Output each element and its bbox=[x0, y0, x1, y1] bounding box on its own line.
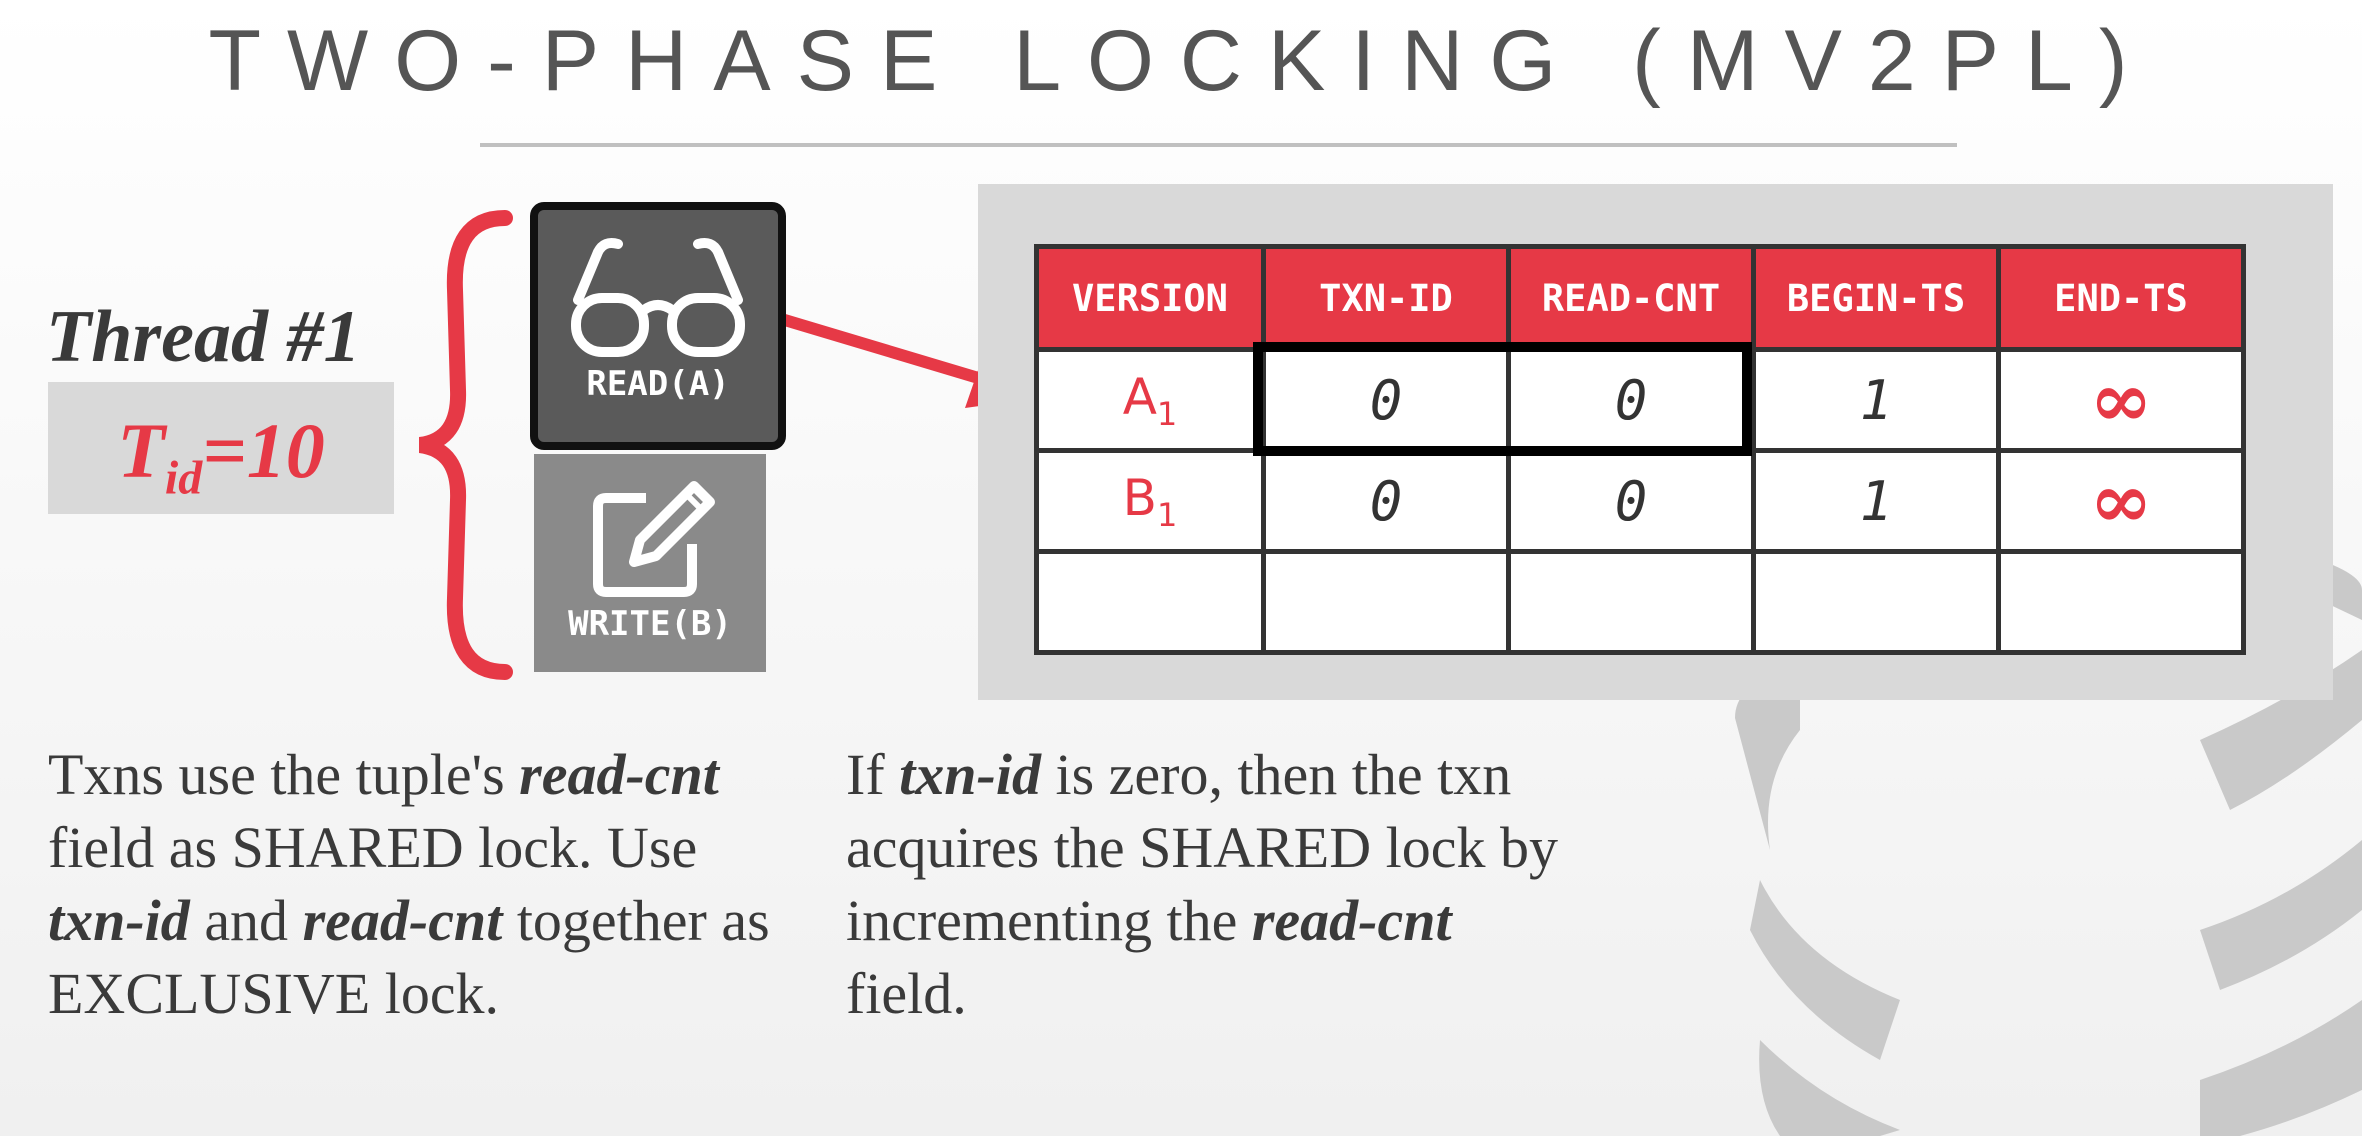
write-b-button[interactable]: WRITE(B) bbox=[534, 454, 766, 672]
text-right-term-read-cnt: read-cnt bbox=[1251, 888, 1452, 953]
header-txn-id: TXN-ID bbox=[1261, 244, 1511, 352]
cell-end-ts: ∞ bbox=[1996, 347, 2246, 453]
read-a-label: READ(A) bbox=[586, 364, 730, 404]
header-begin-ts: BEGIN-TS bbox=[1751, 244, 2001, 352]
text-left-term-read-cnt-2: read-cnt bbox=[302, 888, 503, 953]
cell-begin-ts: 1 bbox=[1751, 448, 2001, 554]
begin-ts-value: 1 bbox=[1859, 368, 1893, 432]
version-name: A bbox=[1122, 367, 1157, 426]
cell-read-cnt: 0 bbox=[1506, 448, 1756, 554]
cell-version: A1 bbox=[1034, 347, 1266, 453]
table-row: B1 0 0 1 ∞ bbox=[1034, 448, 2246, 554]
text-right-term-txn-id: txn-id bbox=[899, 742, 1041, 807]
read-a-button[interactable]: READ(A) bbox=[530, 202, 786, 450]
shared-lock-highlight bbox=[1253, 342, 1752, 456]
version-subscript: 1 bbox=[1156, 495, 1178, 534]
tid-value: =10 bbox=[202, 407, 325, 494]
end-ts-value: ∞ bbox=[2089, 456, 2153, 545]
glasses-icon bbox=[571, 238, 745, 357]
table-header-row: VERSION TXN-ID READ-CNT BEGIN-TS END-TS bbox=[1034, 244, 2246, 352]
cell-empty bbox=[1751, 549, 2001, 655]
cell-begin-ts: 1 bbox=[1751, 347, 2001, 453]
curly-brace bbox=[418, 210, 513, 680]
begin-ts-value: 1 bbox=[1859, 469, 1893, 533]
tid-subscript: id bbox=[164, 451, 203, 505]
text-left-3: and bbox=[189, 888, 303, 953]
text-right-3: field. bbox=[846, 961, 967, 1026]
cell-empty bbox=[1506, 549, 1756, 655]
tid-text: Tid=10 bbox=[48, 406, 394, 506]
cell-empty bbox=[1034, 549, 1266, 655]
version-subscript: 1 bbox=[1156, 394, 1178, 433]
title-divider bbox=[480, 143, 1957, 147]
write-b-label: WRITE(B) bbox=[568, 604, 732, 644]
tid-prefix: T bbox=[117, 407, 165, 494]
thread-label: Thread #1 bbox=[46, 296, 361, 378]
read-cnt-value: 0 bbox=[1614, 469, 1648, 533]
end-ts-value: ∞ bbox=[2089, 355, 2153, 444]
text-right-1: If bbox=[846, 742, 900, 807]
cell-end-ts: ∞ bbox=[1996, 448, 2246, 554]
table-row-empty bbox=[1034, 549, 2246, 655]
txn-id-value: 0 bbox=[1369, 469, 1403, 533]
edit-icon bbox=[593, 481, 715, 597]
text-left-term-txn-id: txn-id bbox=[48, 888, 190, 953]
slide-title: TWO-PHASE LOCKING (MV2PL) bbox=[208, 13, 2154, 109]
cell-txn-id: 0 bbox=[1261, 448, 1511, 554]
explanation-right: If txn-id is zero, then the txn acquires… bbox=[846, 738, 1566, 1030]
text-left-1: Txns use the tuple's bbox=[48, 742, 520, 807]
tid-box: Tid=10 bbox=[48, 382, 394, 514]
explanation-left: Txns use the tuple's read-cnt field as S… bbox=[48, 738, 778, 1030]
text-left-2: field as SHARED lock. Use bbox=[48, 815, 698, 880]
cell-empty bbox=[1996, 549, 2246, 655]
version-name: B bbox=[1122, 468, 1157, 527]
cell-version: B1 bbox=[1034, 448, 1266, 554]
header-version: VERSION bbox=[1034, 244, 1266, 352]
cell-empty bbox=[1261, 549, 1511, 655]
header-read-cnt: READ-CNT bbox=[1506, 244, 1756, 352]
text-left-term-read-cnt: read-cnt bbox=[519, 742, 719, 807]
header-end-ts: END-TS bbox=[1996, 244, 2246, 352]
